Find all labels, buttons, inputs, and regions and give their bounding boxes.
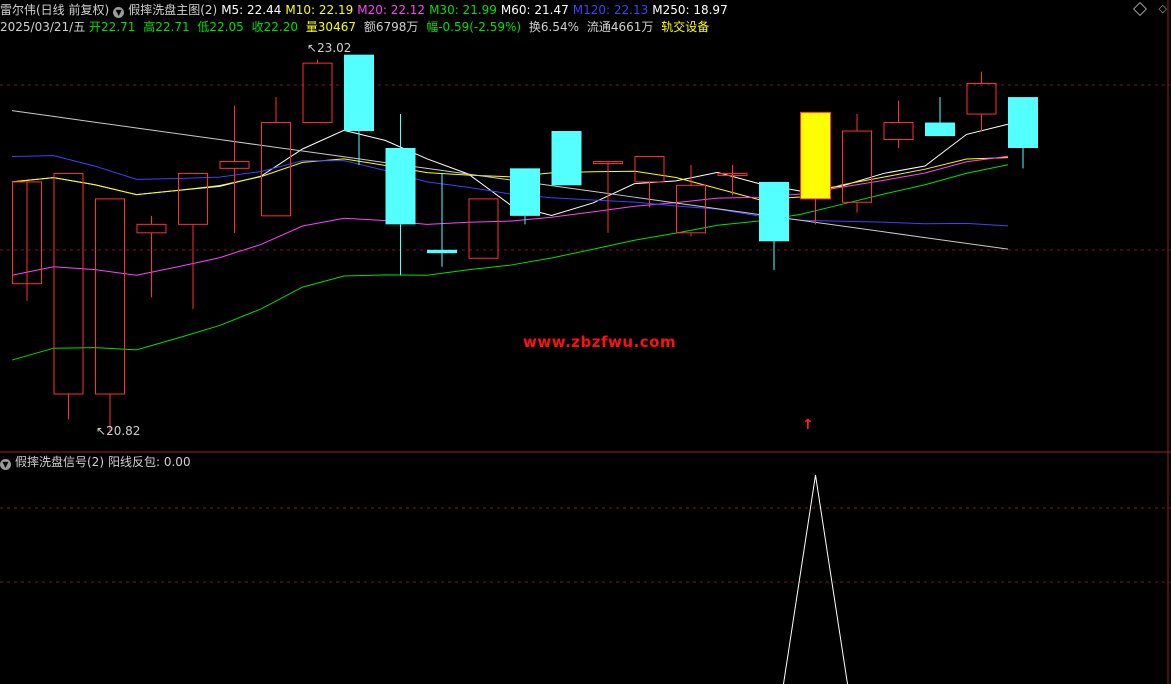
up-candle xyxy=(883,122,914,140)
quote-low: 低22.05 xyxy=(197,20,244,34)
signal-arrow-icon: ↑ xyxy=(802,417,814,433)
quote-sector[interactable]: 轨交设备 xyxy=(661,20,709,34)
up-candle xyxy=(634,155,665,183)
up-candle xyxy=(842,130,872,203)
down-candle xyxy=(1008,97,1038,148)
quote-turnover: 换6.54% xyxy=(528,20,580,34)
quote-open: 开22.71 xyxy=(89,20,136,34)
main-indicator-name[interactable]: 假摔洗盘主图(2) xyxy=(128,3,217,17)
up-candle xyxy=(302,62,333,124)
high-price-label: ↖23.02 xyxy=(307,41,352,55)
down-candle xyxy=(551,131,582,186)
sub-indicator-value: 阳线反包: 0.00 xyxy=(108,455,191,469)
signal-candle xyxy=(800,111,831,200)
low-price-label: ↖20.82 xyxy=(96,424,141,438)
ma-legend-item: M20: 22.12 xyxy=(357,3,426,17)
watermark: www.zbzfwu.com xyxy=(523,333,677,351)
ma-legend-item: M120: 22.13 xyxy=(572,3,649,17)
up-candle xyxy=(261,122,291,217)
indicator-menu-icon[interactable]: ▼ xyxy=(113,7,125,18)
up-candle xyxy=(468,198,499,259)
sub-indicator-menu-icon[interactable]: ▼ xyxy=(0,459,11,470)
quote-change: 幅-0.59(-2.59%) xyxy=(426,20,522,34)
down-candle xyxy=(759,181,789,242)
quote-line: 2025/03/21/五 开22.71 高22.71 低22.05 收22.20… xyxy=(0,19,713,35)
ma-legend-item: M60: 21.47 xyxy=(500,3,569,17)
down-candle xyxy=(925,122,955,137)
quote-high: 高22.71 xyxy=(143,20,190,34)
up-candle xyxy=(219,161,250,169)
up-candle xyxy=(136,223,167,234)
ma-legend-item: M5: 22.44 xyxy=(221,3,282,17)
ma-legend-item: M30: 21.99 xyxy=(429,3,497,17)
down-candle xyxy=(344,54,374,132)
up-candle xyxy=(95,198,125,395)
signal-spike xyxy=(783,474,848,684)
down-candle xyxy=(427,249,457,254)
stock-title[interactable]: 雷尔伟(日线 前复权) xyxy=(0,3,109,17)
ma-legend-item: M10: 22.19 xyxy=(285,3,354,17)
expand-icon[interactable]: ◇ xyxy=(1159,2,1167,15)
ma-legend-item: M250: 18.97 xyxy=(652,3,728,17)
quote-amount: 额6798万 xyxy=(363,20,419,34)
chart-header: 雷尔伟(日线 前复权) ▼ 假摔洗盘主图(2) M5: 22.44 M10: 22.19… xyxy=(0,2,736,18)
quote-float: 流通4661万 xyxy=(586,20,654,34)
up-candle xyxy=(966,83,997,115)
up-candle xyxy=(676,184,706,234)
ma-legend: M5: 22.44 M10: 22.19 M20: 22.12 M30: 21.99 M… xyxy=(221,3,732,17)
quote-volume: 量30467 xyxy=(305,20,356,34)
quote-close: 收22.20 xyxy=(251,20,298,34)
sub-panel-header: ▼ 假摔洗盘信号(2) 阳线反包: 0.00 xyxy=(0,454,195,470)
up-candle xyxy=(178,172,208,225)
down-candle xyxy=(510,168,540,216)
quote-date: 2025/03/21/五 xyxy=(0,20,86,34)
down-candle xyxy=(385,147,416,225)
sub-indicator-name[interactable]: 假摔洗盘信号(2) xyxy=(15,455,104,469)
up-candle xyxy=(53,172,84,395)
